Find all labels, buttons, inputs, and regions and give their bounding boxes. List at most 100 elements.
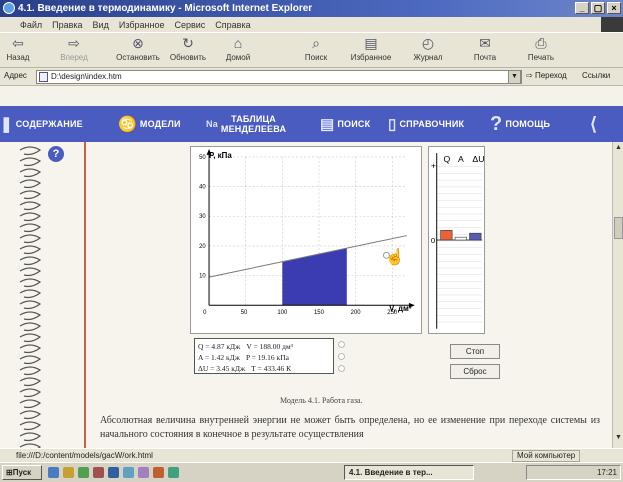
bar-label: Q — [443, 154, 450, 164]
search-icon: ⌕ — [312, 35, 320, 51]
address-input[interactable]: D:\design\index.htm — [36, 70, 522, 84]
quick-launch-app-icon[interactable] — [168, 467, 179, 478]
go-button[interactable]: ⇨ Переход — [526, 71, 567, 80]
reference-icon: ▯ — [388, 116, 397, 133]
energy-bar — [440, 230, 453, 241]
menu-bar: Файл Правка Вид Избранное Сервис Справка — [0, 17, 623, 32]
radio-icon — [338, 352, 345, 360]
history-button[interactable]: ◴ Журнал — [410, 35, 446, 62]
menu-view[interactable]: Вид — [93, 20, 109, 30]
logo-arrow-icon: ⟨ — [590, 113, 598, 134]
go-label: Переход — [534, 71, 567, 80]
mail-label: Почта — [473, 53, 497, 62]
search-button[interactable]: ⌕ Поиск — [300, 35, 332, 62]
nav-reference[interactable]: ▯ СПРАВОЧНИК — [388, 106, 464, 142]
refresh-icon: ↻ — [182, 35, 194, 51]
margin-line — [84, 142, 86, 448]
go-arrow-icon: ⇨ — [526, 71, 533, 80]
nav-search[interactable]: ▤ ПОИСК — [320, 106, 370, 142]
nav-contents-label: СОДЕРЖАНИЕ — [15, 119, 83, 129]
quick-launch-app-icon[interactable] — [138, 467, 149, 478]
taskbar-ie-window[interactable]: 4.1. Введение в тер... — [344, 465, 474, 480]
back-label: Назад — [6, 53, 30, 62]
pv-chart[interactable]: 50 100 150 200 25010203040500 P, кПа V, дм³ … — [190, 146, 422, 334]
home-button[interactable]: ⌂ Домой — [222, 35, 254, 62]
hand-cursor-icon: ☝ — [385, 247, 405, 266]
spiral-ring — [19, 333, 42, 343]
refresh-button[interactable]: ↻ Обновить — [168, 35, 208, 62]
address-value: D:\design\index.htm — [51, 72, 122, 81]
stop-label: Остановить — [116, 53, 160, 62]
windows-logo-icon — [601, 17, 623, 32]
stop-model-button[interactable]: Стоп — [450, 344, 500, 359]
spiral-ring — [19, 322, 42, 332]
maximize-button[interactable]: ▢ — [591, 2, 605, 14]
menu-file[interactable]: Файл — [20, 20, 42, 30]
notebook-spiral — [19, 146, 42, 448]
taskbar: ⊞Пуск 4.1. Введение в тер... 17:21 — [0, 462, 623, 482]
quick-launch-app-icon[interactable] — [78, 467, 89, 478]
nav-reference-label: СПРАВОЧНИК — [399, 119, 465, 129]
process-options — [338, 338, 434, 378]
forward-button[interactable]: ⇨ Вперед — [58, 35, 90, 62]
print-button[interactable]: ⎙ Печать — [524, 35, 558, 62]
bar-label: A — [458, 154, 464, 164]
status-url: file:///D:/content/models/gacW/ork.html — [16, 451, 153, 460]
nav-help[interactable]: ? ПОМОЩЬ — [490, 106, 550, 142]
security-zone: Мой компьютер — [512, 450, 581, 462]
ie-icon — [3, 2, 15, 14]
menu-tools[interactable]: Сервис — [174, 20, 205, 30]
history-icon: ◴ — [421, 35, 435, 51]
nav-periodic-table[interactable]: Na ТАБЛИЦА МЕНДЕЛЕЕВА — [206, 106, 286, 142]
stop-button[interactable]: ⊗ Остановить — [114, 35, 162, 62]
favorites-button[interactable]: ▤ Избранное — [346, 35, 396, 62]
favorites-icon: ▤ — [364, 35, 378, 51]
links-button[interactable]: Ссылки — [582, 71, 610, 80]
site-header-strip — [0, 86, 623, 106]
page-icon — [39, 72, 48, 82]
scroll-thumb[interactable] — [614, 217, 623, 239]
du-value: ΔU = 3.45 кДж — [198, 364, 246, 373]
address-label: Адрес — [4, 71, 27, 80]
quick-launch-app-icon[interactable] — [123, 467, 134, 478]
mail-icon: ✉ — [479, 35, 491, 51]
mail-button[interactable]: ✉ Почта — [470, 35, 500, 62]
status-bar: file:///D:/content/models/gacW/ork.html … — [0, 448, 623, 462]
scroll-down-icon[interactable]: ▼ — [614, 434, 623, 441]
reset-button[interactable]: Сброс — [450, 364, 500, 379]
spiral-ring — [19, 223, 42, 233]
menu-help[interactable]: Справка — [215, 20, 250, 30]
back-button[interactable]: ⇦ Назад — [4, 35, 32, 62]
spiral-ring — [19, 190, 42, 200]
scroll-up-icon[interactable]: ▲ — [614, 144, 623, 151]
close-button[interactable]: × — [607, 2, 621, 14]
bar-grid — [436, 153, 483, 329]
quick-launch-app-icon[interactable] — [153, 467, 164, 478]
option-3[interactable] — [338, 362, 434, 374]
radio-icon — [338, 340, 345, 348]
menu-favorites[interactable]: Избранное — [119, 20, 165, 30]
menu-edit[interactable]: Правка — [52, 20, 82, 30]
spiral-ring — [19, 278, 42, 288]
x-axis-label: V, дм³ — [389, 304, 412, 313]
page-content: ? 50 100 150 200 250 10 20 30 40 50 0 P, кПа V, дм… — [0, 142, 612, 448]
quick-launch-app-icon[interactable] — [108, 467, 119, 478]
search-label: Поиск — [304, 53, 328, 62]
address-dropdown-button[interactable]: ▼ — [508, 70, 521, 84]
home-icon: ⌂ — [233, 35, 243, 51]
nav-contents[interactable]: ❚ СОДЕРЖАНИЕ — [0, 106, 83, 142]
periodic-table-icon: Na — [206, 119, 218, 129]
start-button[interactable]: ⊞Пуск — [2, 465, 42, 480]
help-circle-icon[interactable]: ? — [48, 146, 64, 162]
quick-launch-app-icon[interactable] — [93, 467, 104, 478]
nav-models[interactable]: ♋ МОДЕЛИ — [118, 106, 181, 142]
option-1[interactable] — [338, 338, 434, 350]
minimize-button[interactable]: _ — [575, 2, 589, 14]
option-2[interactable] — [338, 350, 434, 362]
quick-launch-ie-icon[interactable] — [48, 467, 59, 478]
models-icon: ♋ — [118, 116, 137, 133]
vertical-scrollbar[interactable]: ▲ ▼ — [612, 142, 623, 448]
title-bar[interactable]: 4.1. Введение в термодинамику - Microsof… — [0, 0, 623, 17]
forward-label: Вперед — [60, 53, 88, 62]
quick-launch-folder-icon[interactable] — [63, 467, 74, 478]
